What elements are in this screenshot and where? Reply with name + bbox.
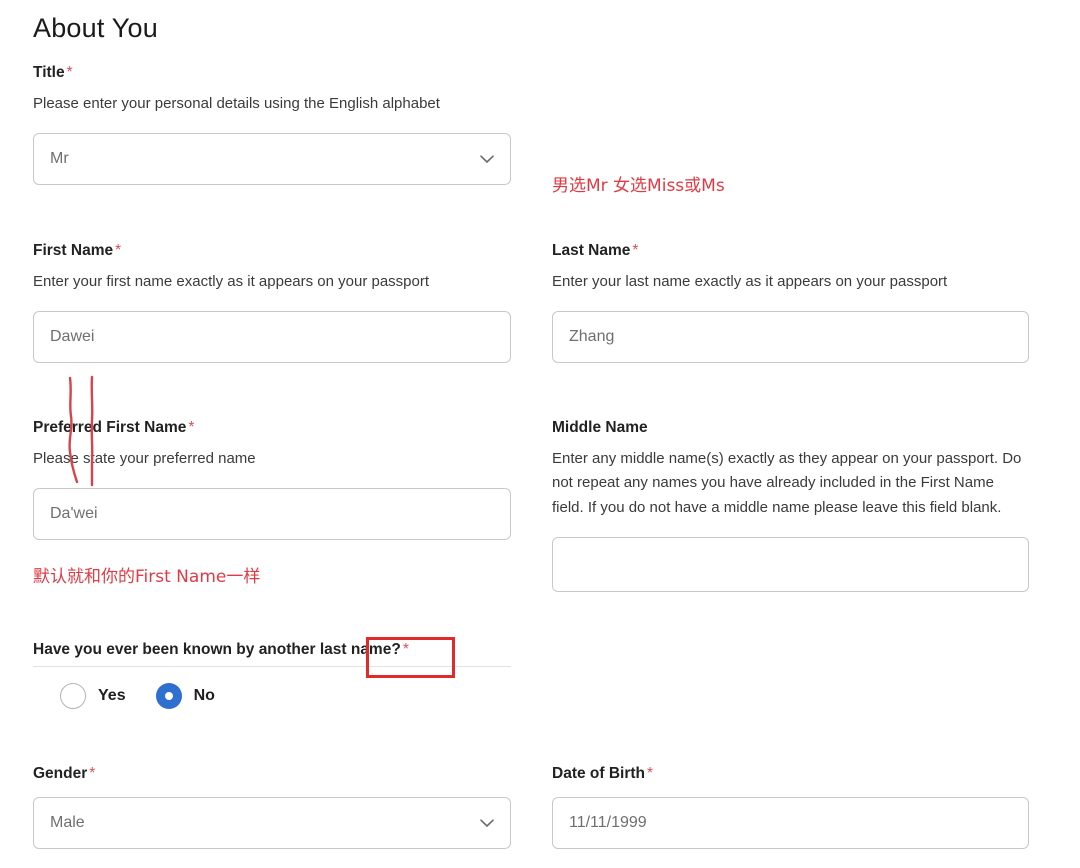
gender-label: Gender * (33, 764, 511, 784)
first-name-input[interactable]: Dawei (33, 311, 511, 364)
title-field-group: Title * Please enter your personal detail… (33, 63, 511, 186)
preferred-first-name-label-text: Preferred First Name (33, 419, 187, 436)
middle-name-help-text: Enter any middle name(s) exactly as they… (552, 450, 1022, 516)
another-last-name-field-group: Have you ever been known by another last… (33, 640, 511, 710)
middle-name-required-asterisk (648, 419, 650, 436)
radio-label-no: No (193, 687, 215, 705)
date-of-birth-label: Date of Birth * (552, 764, 1029, 784)
last-name-help-text: Enter your last name exactly as it appea… (552, 273, 948, 291)
another-last-name-required-asterisk: * (402, 641, 409, 658)
another-last-name-label-text: Have you ever been known by another last… (33, 641, 401, 658)
about-you-form-page: About You Title * Please enter your perso… (0, 0, 1080, 868)
last-name-label-text: Last Name (552, 242, 631, 259)
date-of-birth-field-group: Date of Birth * 11/11/1999 (552, 764, 1029, 850)
annotation-preferred-note: 默认就和你的First Name一样 (33, 567, 261, 587)
date-of-birth-input[interactable]: 11/11/1999 (552, 797, 1029, 850)
first-name-label: First Name * (33, 241, 511, 261)
gender-field-group: Gender * Male (33, 764, 511, 850)
title-help-text: Please enter your personal details using… (33, 95, 440, 113)
last-name-input[interactable]: Zhang (552, 311, 1029, 364)
last-name-field-group: Last Name * Enter your last name exactly … (552, 241, 1029, 364)
title-label-text: Title (33, 64, 65, 81)
title-label: Title * (33, 63, 511, 83)
title-select-value[interactable]: Mr (33, 133, 511, 186)
preferred-first-name-field-group: Preferred First Name * Please state your … (33, 418, 511, 541)
radio-option-yes[interactable]: Yes (60, 683, 126, 710)
middle-name-label: Middle Name (552, 418, 1029, 438)
first-name-help-text: Enter your first name exactly as it appe… (33, 273, 430, 291)
radio-circle-no[interactable] (155, 683, 182, 710)
title-select[interactable]: Mr (33, 133, 511, 186)
radio-circle-yes[interactable] (60, 683, 86, 710)
gender-select-value[interactable]: Male (33, 797, 511, 850)
title-required-asterisk: * (66, 64, 73, 81)
last-name-required-asterisk: * (632, 242, 639, 259)
first-name-required-asterisk: * (115, 242, 122, 259)
gender-label-text: Gender (33, 765, 88, 782)
page-title: About You (33, 13, 158, 43)
date-of-birth-label-text: Date of Birth (552, 765, 645, 782)
gender-required-asterisk: * (89, 765, 96, 782)
radio-option-no[interactable]: No (155, 683, 215, 710)
middle-name-label-text: Middle Name (552, 419, 648, 436)
first-name-label-text: First Name (33, 242, 114, 259)
date-of-birth-required-asterisk: * (647, 765, 654, 782)
annotation-title-note: 男选Mr 女选Miss或Ms (552, 176, 725, 196)
another-last-name-label: Have you ever been known by another last… (33, 640, 511, 660)
gender-select[interactable]: Male (33, 797, 511, 850)
preferred-first-name-input[interactable]: Da'wei (33, 488, 511, 541)
last-name-label: Last Name * (552, 241, 1029, 261)
question-divider (33, 666, 511, 668)
middle-name-field-group: Middle Name Enter any middle name(s) exa… (552, 418, 1029, 593)
another-last-name-radio-group: Yes No (60, 683, 511, 710)
radio-label-yes: Yes (98, 687, 126, 705)
preferred-first-name-required-asterisk: * (188, 419, 195, 436)
preferred-first-name-help-text: Please state your preferred name (33, 450, 256, 468)
middle-name-input[interactable] (552, 537, 1029, 593)
first-name-field-group: First Name * Enter your first name exactl… (33, 241, 511, 364)
preferred-first-name-label: Preferred First Name * (33, 418, 511, 438)
